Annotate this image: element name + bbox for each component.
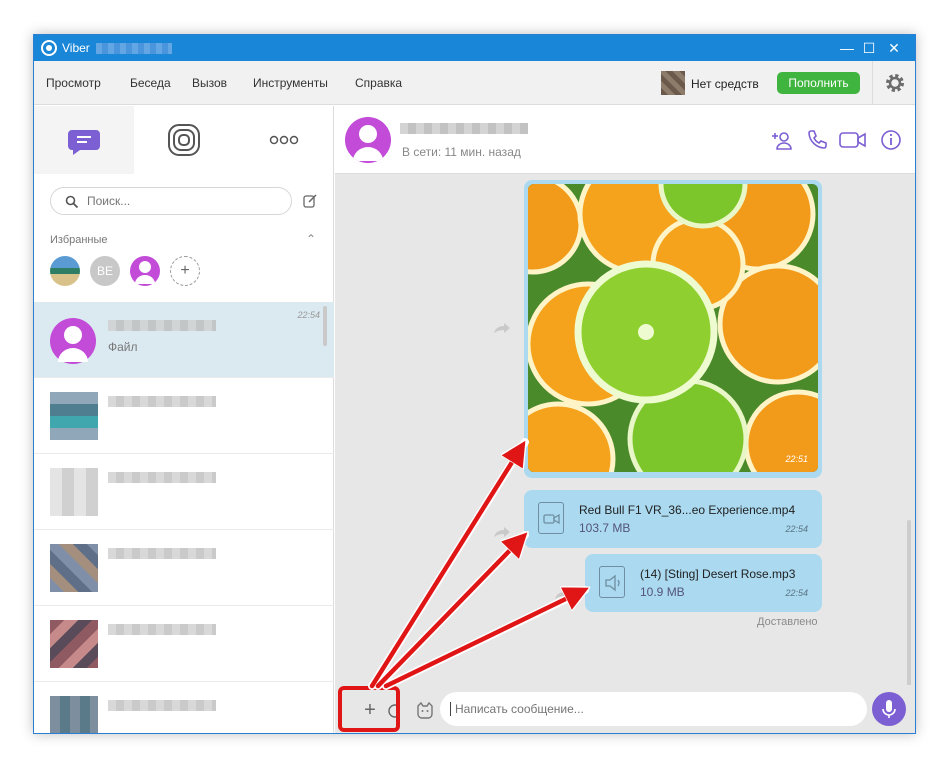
user-silhouette-icon bbox=[353, 125, 383, 161]
avatar bbox=[50, 468, 98, 516]
avatar bbox=[50, 696, 98, 733]
search-icon bbox=[65, 195, 79, 209]
chat-list-item[interactable] bbox=[34, 454, 334, 530]
app-title: Viber bbox=[62, 41, 90, 55]
viber-window: Viber — ☐ ✕ Просмотр Беседа Вызов Инстру… bbox=[33, 34, 916, 734]
chat-time: 22:54 bbox=[297, 310, 320, 320]
chat-list-scrollbar[interactable] bbox=[323, 306, 327, 346]
search-input[interactable] bbox=[87, 194, 277, 208]
contact-name-blurred bbox=[400, 123, 528, 134]
contact-name-blurred bbox=[108, 396, 216, 407]
video-call-icon[interactable] bbox=[838, 128, 868, 152]
message-input[interactable] bbox=[450, 702, 850, 716]
microphone-icon bbox=[882, 700, 896, 718]
file-name: (14) [Sting] Desert Rose.mp3 bbox=[640, 567, 796, 581]
user-silhouette-icon bbox=[58, 326, 88, 362]
forward-icon[interactable] bbox=[492, 525, 512, 539]
more-icon bbox=[269, 135, 299, 145]
call-icon[interactable] bbox=[805, 128, 829, 152]
conversation-panel: В сети: 11 мин. назад 22:51 Red Bull F1 … bbox=[335, 106, 915, 733]
chat-list-item-active[interactable]: Файл 22:54 bbox=[34, 302, 334, 378]
compose-icon[interactable] bbox=[302, 193, 318, 209]
chat-list-item[interactable] bbox=[34, 682, 334, 733]
avatar bbox=[50, 620, 98, 668]
citrus-photo bbox=[528, 184, 818, 472]
file-size: 103.7 MB bbox=[579, 521, 631, 535]
contact-name-blurred bbox=[108, 624, 216, 635]
voice-message-button[interactable] bbox=[872, 692, 906, 726]
message-area: 22:51 Red Bull F1 VR_36...eo Experience.… bbox=[335, 175, 915, 733]
message-time: 22:54 bbox=[785, 524, 808, 534]
gear-icon bbox=[886, 74, 904, 92]
favorite-contact-user[interactable] bbox=[130, 256, 160, 286]
settings-button[interactable] bbox=[872, 61, 915, 105]
image-message[interactable]: 22:51 bbox=[524, 180, 822, 478]
menu-call[interactable]: Вызов bbox=[192, 76, 227, 90]
tab-chats[interactable] bbox=[34, 106, 134, 174]
account-avatar[interactable] bbox=[661, 71, 685, 95]
chat-list: Файл 22:54 bbox=[34, 302, 334, 733]
message-input-box[interactable] bbox=[440, 692, 867, 726]
sticker-icon[interactable] bbox=[415, 700, 435, 720]
avatar bbox=[50, 318, 96, 364]
forward-icon[interactable] bbox=[492, 321, 512, 335]
menu-help[interactable]: Справка bbox=[355, 76, 402, 90]
tab-stories[interactable] bbox=[134, 106, 234, 174]
file-message-video[interactable]: Red Bull F1 VR_36...eo Experience.mp4 10… bbox=[524, 490, 822, 548]
online-status: В сети: 11 мин. назад bbox=[402, 145, 521, 159]
avatar bbox=[50, 392, 98, 440]
chevron-up-icon[interactable]: ⌃ bbox=[306, 232, 316, 246]
favorite-contact-avatar[interactable] bbox=[50, 256, 80, 286]
info-icon[interactable] bbox=[879, 128, 903, 152]
contact-name-blurred bbox=[108, 700, 216, 711]
chat-list-item[interactable] bbox=[34, 606, 334, 682]
chat-list-item[interactable] bbox=[34, 378, 334, 454]
file-size: 10.9 MB bbox=[640, 585, 685, 599]
composer-bar: + bbox=[335, 685, 915, 733]
file-message-audio[interactable]: (14) [Sting] Desert Rose.mp3 10.9 MB 22:… bbox=[585, 554, 822, 612]
conversation-header: В сети: 11 мин. назад bbox=[335, 106, 915, 174]
message-time: 22:54 bbox=[785, 588, 808, 598]
balance-status: Нет средств bbox=[691, 77, 759, 91]
contact-name-blurred bbox=[108, 548, 216, 559]
chat-list-item[interactable] bbox=[34, 530, 334, 606]
account-name-blurred bbox=[96, 43, 172, 54]
user-silhouette-icon bbox=[135, 261, 155, 284]
avatar bbox=[50, 544, 98, 592]
menu-conversation[interactable]: Беседа bbox=[130, 76, 171, 90]
citrus-slices-image: 22:51 bbox=[528, 184, 818, 472]
forward-icon[interactable] bbox=[553, 587, 573, 601]
topup-button[interactable]: Пополнить bbox=[777, 72, 860, 94]
favorites-label: Избранные bbox=[50, 234, 108, 246]
menu-tools[interactable]: Инструменты bbox=[253, 76, 328, 90]
menu-bar: Просмотр Беседа Вызов Инструменты Справк… bbox=[34, 61, 915, 105]
search-box[interactable] bbox=[50, 187, 292, 215]
title-bar: Viber — ☐ ✕ bbox=[34, 35, 915, 61]
contact-name-blurred bbox=[108, 472, 216, 483]
delivery-status: Доставлено bbox=[757, 616, 818, 628]
file-name: Red Bull F1 VR_36...eo Experience.mp4 bbox=[579, 503, 796, 517]
video-file-icon bbox=[538, 502, 564, 534]
left-panel: Избранные ⌃ BE + Файл 22:54 bbox=[34, 106, 334, 733]
audio-file-icon bbox=[599, 566, 625, 598]
contact-name-blurred bbox=[108, 320, 216, 331]
message-time: 22:51 bbox=[785, 454, 808, 464]
viber-logo-icon bbox=[41, 40, 57, 56]
stories-icon bbox=[168, 124, 200, 156]
add-favorite-button[interactable]: + bbox=[170, 256, 200, 286]
last-message: Файл bbox=[108, 340, 138, 354]
chat-icon bbox=[68, 130, 100, 155]
tab-more[interactable] bbox=[234, 106, 334, 174]
close-button[interactable]: ✕ bbox=[871, 35, 915, 61]
add-participant-icon[interactable] bbox=[770, 128, 794, 152]
avatar[interactable] bbox=[345, 117, 391, 163]
sidebar-tabs bbox=[34, 106, 334, 174]
favorite-contact-be[interactable]: BE bbox=[90, 256, 120, 286]
menu-view[interactable]: Просмотр bbox=[46, 76, 101, 90]
annotation-highlight-box bbox=[338, 686, 400, 732]
